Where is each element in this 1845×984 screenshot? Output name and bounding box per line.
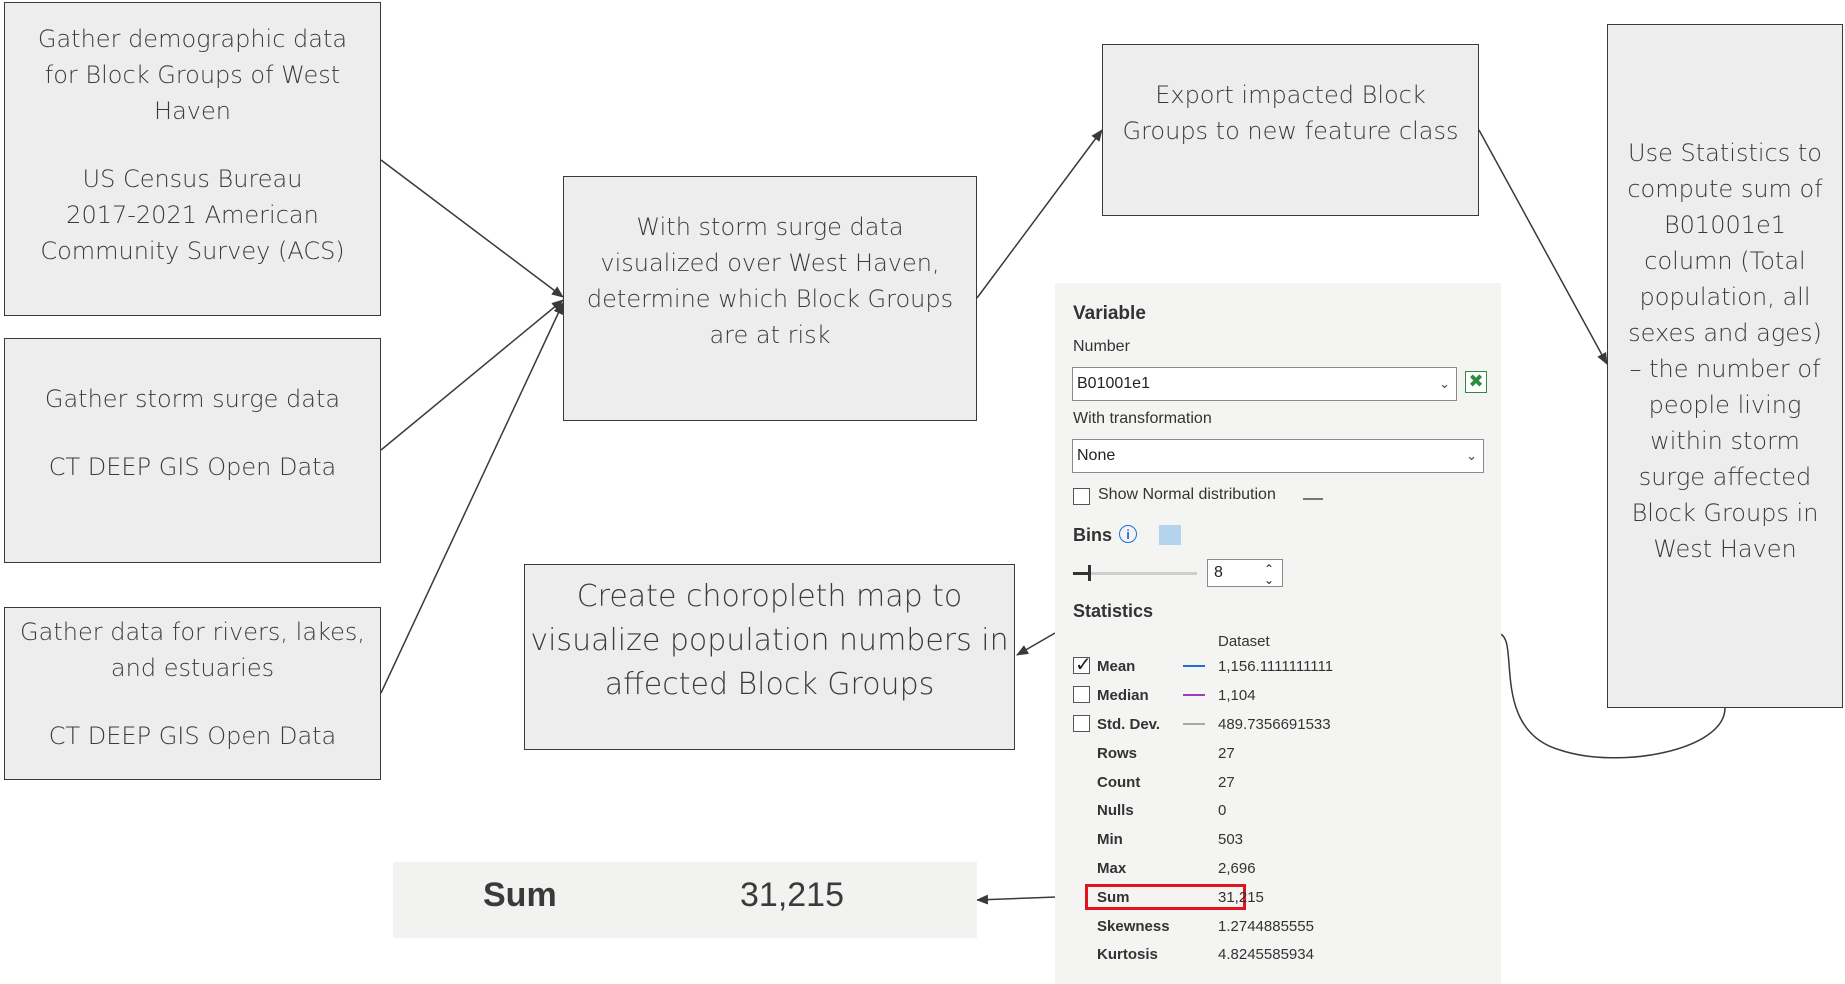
chevron-down-icon: ⌄ [1466, 448, 1477, 463]
box-use-statistics: Use Statistics to compute sum of B01001e… [1607, 24, 1843, 708]
sum-zoom-value: 31,215 [740, 876, 844, 914]
dataset-column-header: Dataset [1218, 633, 1270, 650]
statistics-line-3: B01001e1 [1663, 211, 1787, 239]
kurtosis-label: Kurtosis [1097, 946, 1158, 963]
max-label: Max [1097, 860, 1127, 877]
number-field-select[interactable]: B01001e1 ⌄ [1072, 367, 1457, 401]
max-value: 2,696 [1218, 860, 1256, 877]
box-gather-storm-surge: Gather storm surge data CT DEEP GIS Open… [4, 338, 381, 563]
bins-value: 8 [1214, 564, 1223, 581]
show-normal-checkbox[interactable] [1073, 488, 1090, 505]
statistics-heading: Statistics [1073, 601, 1154, 621]
choropleth-line-1: Create choropleth map to [576, 579, 963, 614]
std-dev-checkbox[interactable] [1073, 715, 1090, 732]
mean-line-swatch [1183, 665, 1205, 667]
statistics-line-1: Use Statistics to [1628, 139, 1822, 167]
info-icon[interactable]: i [1119, 525, 1137, 543]
rows-label: Rows [1097, 745, 1138, 762]
skewness-label: Skewness [1097, 918, 1170, 935]
bin-color-swatch[interactable] [1159, 525, 1181, 545]
demographic-line-3: Haven [154, 97, 231, 125]
transformation-select[interactable]: None ⌄ [1072, 439, 1484, 473]
bins-label: Bins [1073, 525, 1113, 545]
demographic-source-1: US Census Bureau [82, 165, 303, 193]
statistics-line-8: people living [1648, 391, 1802, 419]
mean-checkbox[interactable]: ✓ [1073, 654, 1092, 676]
number-label: Number [1073, 338, 1130, 355]
sum-zoom-excerpt: Sum 31,215 [393, 862, 977, 938]
sum-value: 31,215 [1218, 889, 1264, 906]
median-label: Median [1097, 687, 1149, 704]
determine-line-4: are at risk [709, 321, 831, 349]
arrow-panel-to-choropleth [1016, 632, 1056, 656]
determine-line-1: With storm surge data [636, 213, 904, 241]
nulls-value: 0 [1218, 802, 1227, 819]
box-determine-at-risk: With storm surge data visualized over We… [563, 176, 977, 421]
demographic-line-1: Gather demographic data [37, 25, 348, 53]
nulls-label: Nulls [1097, 802, 1134, 819]
variable-heading: Variable [1073, 303, 1146, 324]
statistics-line-12: West Haven [1653, 535, 1797, 563]
bins-slider-handle[interactable] [1088, 565, 1091, 581]
statistics-line-2: compute sum of [1627, 175, 1823, 203]
transformation-value: None [1077, 447, 1116, 464]
count-value: 27 [1218, 774, 1235, 791]
box-create-choropleth: Create choropleth map to visualize popul… [524, 564, 1015, 750]
count-label: Count [1097, 774, 1141, 791]
demographic-source-2: 2017-2021 American [66, 201, 319, 229]
statistics-line-10: surge affected [1638, 463, 1812, 491]
box-gather-demographic: Gather demographic data for Block Groups… [4, 2, 381, 316]
median-line-swatch [1183, 694, 1205, 696]
bins-stepper[interactable]: 8 ⌃ ⌄ [1207, 559, 1283, 587]
demographic-line-2: for Block Groups of West [44, 61, 341, 89]
std-dev-value: 489.7356691533 [1218, 716, 1331, 733]
statistics-line-7: – the number of [1629, 355, 1821, 383]
storm-surge-line: Gather storm surge data [44, 385, 341, 413]
statistics-line-6: sexes and ages) [1628, 319, 1822, 347]
stepper-down-icon[interactable]: ⌄ [1264, 567, 1274, 593]
rivers-source: CT DEEP GIS Open Data [48, 722, 337, 750]
normal-line-swatch [1303, 498, 1323, 500]
clear-field-icon[interactable]: ✖ [1465, 371, 1487, 393]
determine-line-2: visualized over West Haven, [600, 249, 940, 277]
bins-slider-track[interactable] [1073, 572, 1197, 575]
mean-value: 1,156.1111111111 [1218, 658, 1334, 675]
export-line-2: Groups to new feature class [1122, 117, 1459, 145]
export-line-1: Export impacted Block [1155, 81, 1426, 109]
transformation-label: With transformation [1073, 410, 1212, 427]
std-dev-label: Std. Dev. [1097, 716, 1161, 733]
storm-surge-source: CT DEEP GIS Open Data [48, 453, 337, 481]
number-field-value: B01001e1 [1077, 375, 1150, 392]
std-dev-line-swatch [1183, 723, 1205, 725]
check-icon: ✓ [1075, 654, 1092, 676]
rivers-line-1: Gather data for rivers, lakes, [20, 618, 365, 646]
median-value: 1,104 [1218, 687, 1256, 704]
box-export-block-groups: Export impacted Block Groups to new feat… [1102, 44, 1479, 216]
arrow-demographic-to-determine [380, 159, 564, 298]
determine-line-3: determine which Block Groups [586, 285, 954, 313]
sum-label: Sum [1097, 889, 1130, 906]
rows-value: 27 [1218, 745, 1235, 762]
rivers-line-2: and estuaries [110, 654, 275, 682]
sum-zoom-label: Sum [483, 876, 557, 914]
choropleth-line-2: visualize population numbers in [530, 623, 1009, 658]
show-normal-label: Show Normal distribution [1098, 486, 1276, 503]
mean-label: Mean [1097, 658, 1136, 675]
min-label: Min [1097, 831, 1123, 848]
chevron-down-icon: ⌄ [1439, 376, 1450, 391]
median-checkbox[interactable] [1073, 686, 1090, 703]
skewness-value: 1.2744885555 [1218, 918, 1314, 935]
statistics-line-9: within storm [1650, 427, 1800, 455]
choropleth-line-3: affected Block Groups [604, 667, 935, 702]
kurtosis-value: 4.8245585934 [1218, 946, 1314, 963]
arrow-determine-to-export [976, 129, 1103, 299]
min-value: 503 [1218, 831, 1244, 848]
statistics-line-4: column (Total [1644, 247, 1806, 275]
arrow-storm-to-determine [380, 299, 564, 451]
box-gather-rivers: Gather data for rivers, lakes, and estua… [4, 607, 381, 780]
demographic-source-3: Community Survey (ACS) [40, 237, 345, 265]
statistics-line-5: population, all [1639, 283, 1811, 311]
statistics-panel: Variable Number B01001e1 ⌄ ✖ With transf… [1055, 283, 1501, 984]
statistics-line-11: Block Groups in [1631, 499, 1819, 527]
